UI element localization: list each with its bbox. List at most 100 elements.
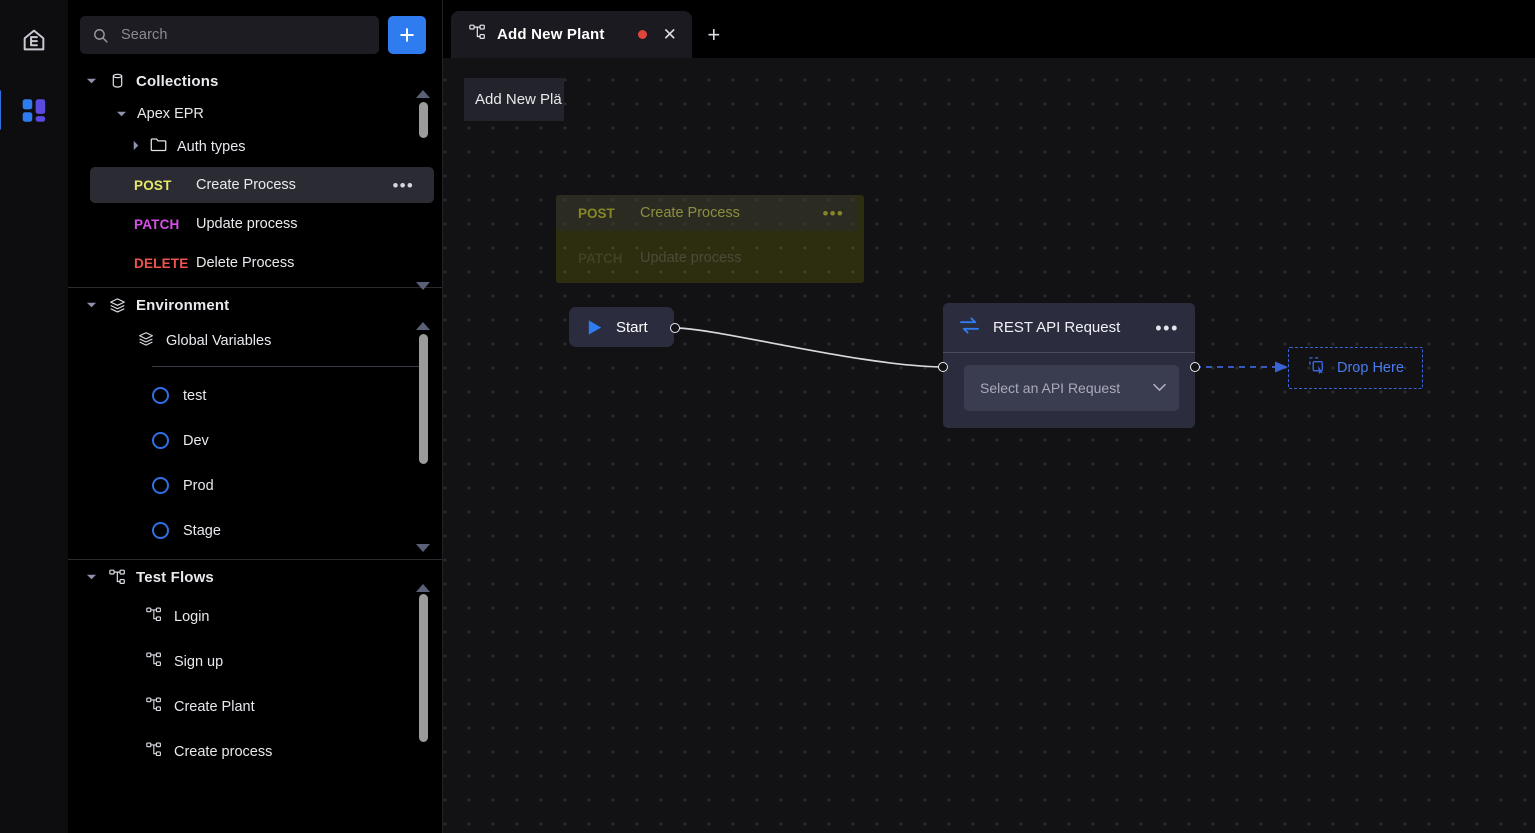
sidebar-group-environment-panel: Environment Global Variables test Dev Pr… (68, 288, 442, 553)
drag-ghost-row: PATCH Update process (556, 240, 861, 276)
request-row-create-process[interactable]: POST Create Process ••• (90, 167, 434, 203)
chevron-down-icon[interactable] (84, 301, 98, 309)
scroll-down-arrow-icon[interactable] (416, 544, 430, 552)
search-icon (94, 28, 108, 43)
main-area: Add New Plant ✕ + Add New Plä POST Creat… (443, 0, 1535, 833)
left-icon-rail (0, 0, 68, 833)
drag-drop-icon (1308, 356, 1327, 380)
rail-item-home[interactable] (12, 18, 56, 62)
sidebar-group-collections[interactable]: Collections (68, 64, 442, 98)
env-item-prod[interactable]: Prod (68, 463, 442, 508)
chevron-down-icon[interactable] (116, 105, 127, 123)
env-item-label: test (183, 387, 207, 404)
radio-icon[interactable] (152, 432, 169, 449)
drag-ghost-highlight (556, 195, 864, 283)
sidebar-tree: Collections Apex EPR Auth types POST Cre… (68, 54, 442, 774)
scrollbar-thumb[interactable] (418, 594, 428, 742)
divider (152, 366, 422, 367)
environment-scrollbar[interactable] (416, 322, 430, 552)
request-menu-icon[interactable]: ••• (393, 177, 414, 194)
api-request-select[interactable]: Select an API Request (964, 365, 1179, 411)
tab-add-new-plant[interactable]: Add New Plant ✕ (451, 11, 692, 58)
test-flows-scrollbar[interactable] (416, 584, 430, 754)
drag-ghost-row: POST Create Process ••• (556, 195, 858, 231)
edge-start-to-rest (674, 327, 947, 368)
test-flow-login[interactable]: Login (68, 594, 442, 639)
request-row-delete-process[interactable]: DELETE Delete Process (68, 245, 434, 281)
flow-canvas[interactable]: Add New Plä POST Create Process ••• PATC… (443, 58, 1535, 833)
flow-icon (146, 742, 162, 762)
radio-icon[interactable] (152, 477, 169, 494)
scrollbar-thumb[interactable] (418, 334, 428, 464)
test-flow-create-process[interactable]: Create process (68, 729, 442, 774)
request-method: PATCH (134, 216, 180, 232)
node-rest-api-request[interactable]: REST API Request ••• Select an API Reque… (943, 303, 1195, 428)
search-input[interactable]: Search (80, 16, 379, 54)
add-new-button[interactable] (388, 16, 426, 54)
port-start-output[interactable] (670, 323, 680, 333)
collection-name: Apex EPR (137, 106, 204, 122)
layers-icon (108, 297, 126, 314)
flow-icon (146, 697, 162, 717)
drag-ghost-method: POST (578, 205, 615, 221)
rail-item-workspace[interactable] (0, 88, 56, 132)
env-item-test[interactable]: test (68, 373, 442, 418)
node-start[interactable]: Start (569, 307, 674, 347)
search-row: Search (68, 0, 442, 54)
new-tab-button[interactable]: + (692, 11, 736, 58)
node-menu-icon[interactable]: ••• (1155, 319, 1179, 337)
env-global-variables[interactable]: Global Variables (68, 322, 442, 360)
flow-icon (469, 24, 486, 45)
scroll-up-arrow-icon[interactable] (416, 584, 430, 592)
folder-auth-types[interactable]: Auth types (68, 130, 442, 164)
node-header: REST API Request ••• (943, 303, 1195, 353)
request-name: Delete Process (196, 255, 295, 271)
test-flow-sign-up[interactable]: Sign up (68, 639, 442, 684)
search-placeholder: Search (121, 27, 168, 43)
radio-icon[interactable] (152, 387, 169, 404)
radio-icon[interactable] (152, 522, 169, 539)
request-method: DELETE (134, 255, 189, 271)
flow-icon (146, 652, 162, 672)
flow-name-chip[interactable]: Add New Plä (464, 78, 564, 121)
env-item-dev[interactable]: Dev (68, 418, 442, 463)
scrollbar-track[interactable] (418, 592, 428, 754)
api-request-select-placeholder: Select an API Request (980, 380, 1121, 396)
tab-close-icon[interactable]: ✕ (663, 26, 677, 43)
test-flow-label: Sign up (174, 653, 224, 670)
sidebar-group-collections-label: Collections (136, 72, 219, 90)
request-row-update-process[interactable]: PATCH Update process (68, 206, 434, 242)
scrollbar-thumb[interactable] (418, 102, 428, 138)
scrollbar-track[interactable] (418, 98, 428, 282)
env-item-stage[interactable]: Stage (68, 508, 442, 553)
folder-label: Auth types (177, 139, 246, 155)
env-global-label: Global Variables (166, 333, 272, 349)
collection-apex-epr[interactable]: Apex EPR (68, 98, 442, 130)
collections-scrollbar[interactable] (416, 90, 430, 290)
sidebar-group-environment[interactable]: Environment (68, 288, 442, 322)
grid-apps-icon (22, 98, 45, 122)
test-flow-label: Create Plant (174, 698, 255, 715)
scrollbar-track[interactable] (418, 330, 428, 544)
sidebar-group-environment-label: Environment (136, 296, 230, 314)
sidebar: Search Collections Apex EPR Auth types P… (68, 0, 443, 833)
port-rest-output[interactable] (1190, 362, 1200, 372)
edge-arrowhead-icon (1275, 361, 1288, 373)
drop-target[interactable]: Drop Here (1288, 347, 1423, 389)
jar-icon (108, 73, 126, 90)
scroll-up-arrow-icon[interactable] (416, 322, 430, 330)
drag-ghost-menu-icon: ••• (822, 203, 844, 223)
chevron-down-icon[interactable] (1153, 379, 1166, 397)
drag-ghost-method: PATCH (578, 250, 623, 266)
port-rest-input[interactable] (938, 362, 948, 372)
sidebar-group-test-flows[interactable]: Test Flows (68, 560, 442, 594)
test-flow-create-plant[interactable]: Create Plant (68, 684, 442, 729)
chevron-down-icon[interactable] (84, 77, 98, 85)
app-root: Search Collections Apex EPR Auth types P… (0, 0, 1535, 833)
chevron-right-icon[interactable] (132, 138, 140, 156)
drag-ghost-name: Update process (640, 250, 742, 266)
tab-title: Add New Plant (497, 26, 605, 43)
chevron-down-icon[interactable] (84, 573, 98, 581)
scroll-up-arrow-icon[interactable] (416, 90, 430, 98)
node-body: Select an API Request (943, 353, 1195, 428)
